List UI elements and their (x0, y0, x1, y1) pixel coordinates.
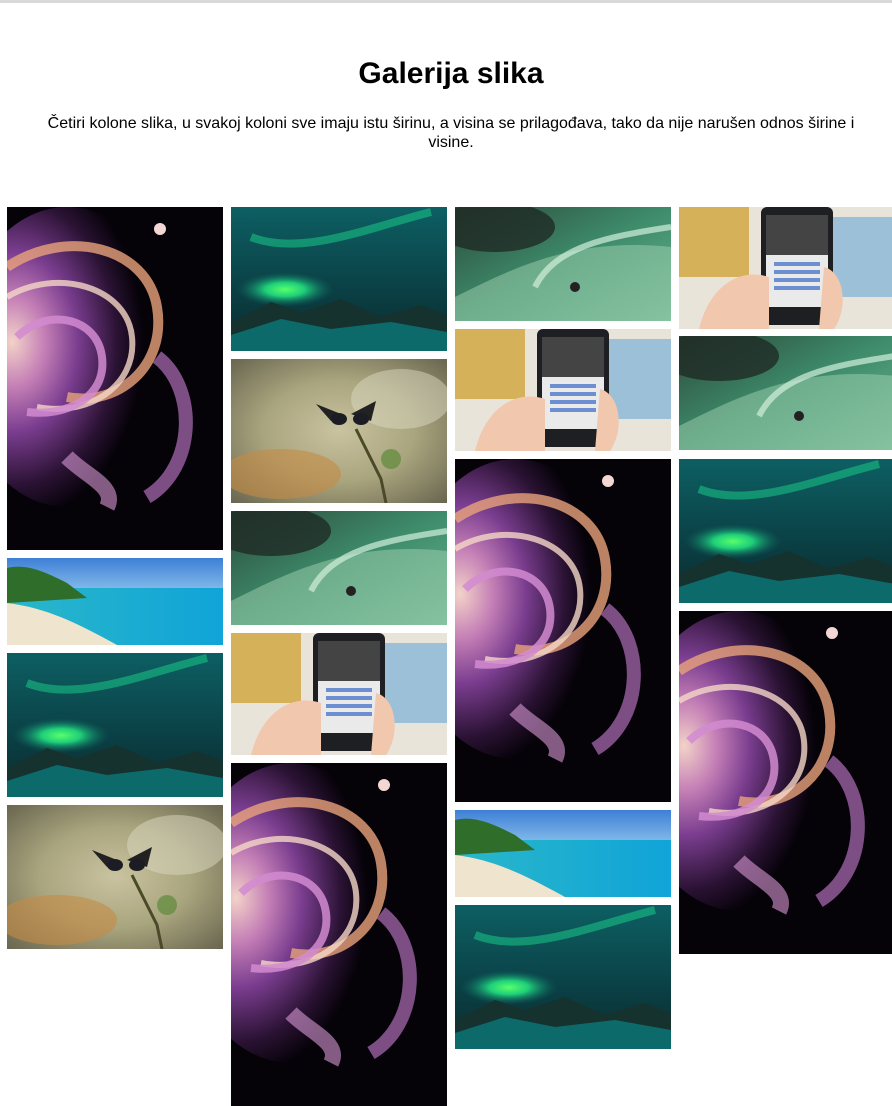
gallery-image-phone (455, 329, 671, 451)
gallery-image-phone (679, 207, 892, 329)
gallery-image-swirl (7, 207, 223, 550)
page-title: Galerija slika (358, 57, 544, 90)
gallery-image-wave (679, 336, 892, 450)
gallery-image-swirl (231, 763, 447, 1106)
gallery-image-aurora (679, 459, 892, 603)
gallery-image-birds (7, 805, 223, 949)
browser-top-border (0, 0, 892, 3)
gallery-image-aurora (7, 653, 223, 797)
gallery-image-aurora (455, 905, 671, 1049)
gallery-image-beach (455, 810, 671, 897)
page-description: Četiri kolone slika, u svakoj koloni sve… (47, 115, 855, 151)
gallery-image-swirl (455, 459, 671, 802)
gallery-image-wave (231, 511, 447, 625)
gallery-image-birds (231, 359, 447, 503)
gallery-image-aurora (231, 207, 447, 351)
gallery-image-swirl (679, 611, 892, 954)
gallery-image-phone (231, 633, 447, 755)
gallery-image-beach (7, 558, 223, 645)
gallery-image-wave (455, 207, 671, 321)
